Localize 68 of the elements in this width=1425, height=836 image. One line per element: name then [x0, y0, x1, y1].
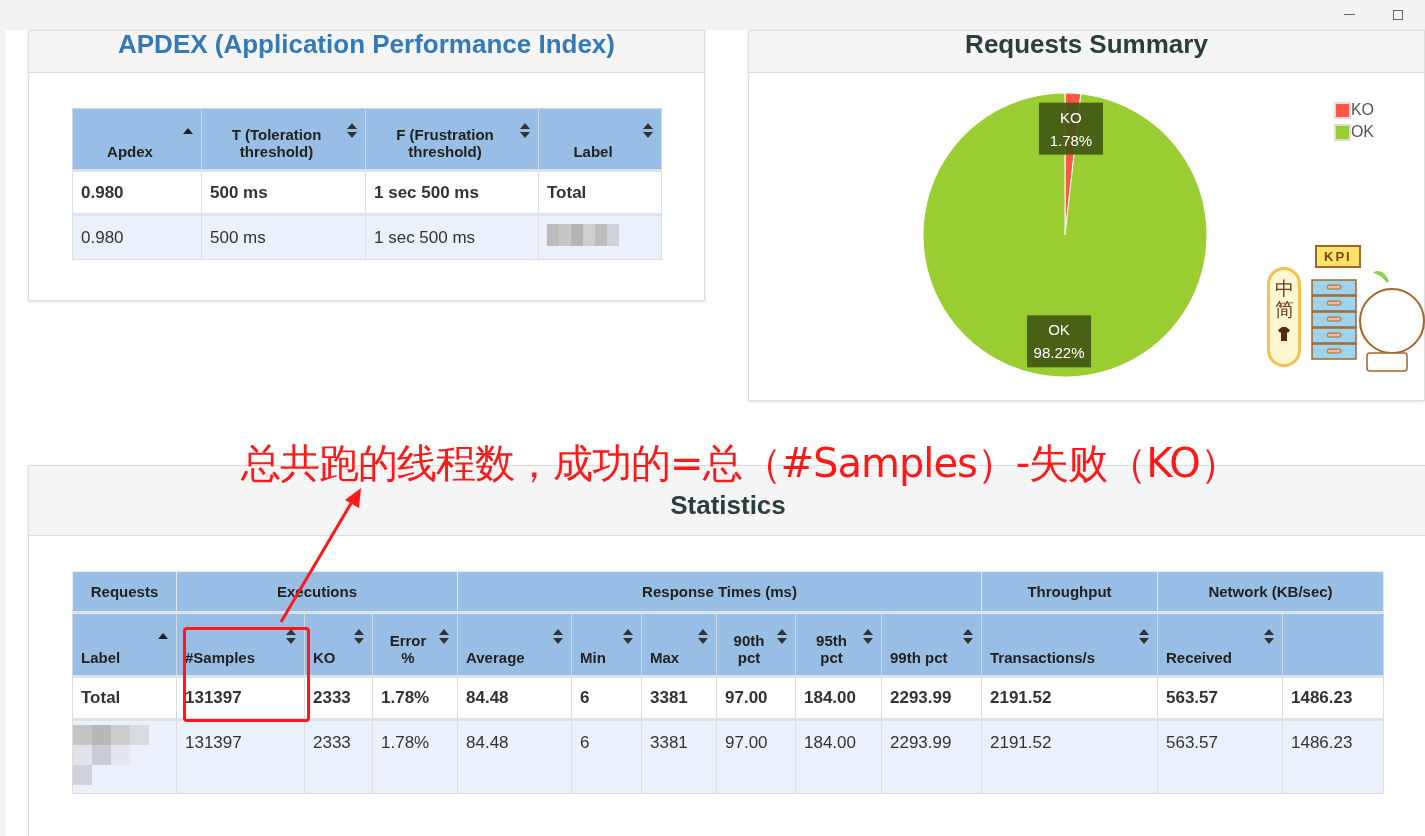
panel-title: Requests Summary [965, 29, 1208, 60]
table-cell: 2191.52 [981, 676, 1158, 720]
maximize-icon[interactable] [1393, 10, 1403, 20]
panel-title: Statistics [670, 490, 786, 521]
table-cell: 184.00 [795, 676, 882, 720]
table-cell: 6 [571, 676, 642, 720]
table-cell: 1486.23 [1282, 676, 1384, 720]
table-cell: 3381 [641, 719, 717, 794]
column-header[interactable]: Label [538, 108, 662, 171]
table-cell: 1 sec 500 ms [365, 170, 539, 215]
table-cell: Total [538, 170, 662, 215]
column-header[interactable]: 90th pct [716, 612, 796, 677]
column-header[interactable]: Apdex [72, 108, 202, 171]
column-header[interactable]: Received [1157, 612, 1283, 677]
table-cell: 3381 [641, 676, 717, 720]
slice-label: OK [1048, 321, 1070, 339]
column-header[interactable]: T (Toleration threshold) [201, 108, 366, 171]
group-header: Requests [72, 571, 177, 613]
table-cell: Total [72, 676, 177, 720]
table-cell: 2191.52 [981, 719, 1158, 794]
input-mode-badge[interactable]: 中 简 [1267, 267, 1301, 367]
table-cell: 1.78% [372, 676, 458, 720]
table-cell: 500 ms [201, 214, 366, 260]
minimize-icon[interactable] [1344, 14, 1355, 16]
column-header[interactable]: Error % [372, 612, 458, 677]
column-header[interactable]: Average [457, 612, 572, 677]
group-header: Throughput [981, 571, 1158, 613]
column-header[interactable]: 95th pct [795, 612, 882, 677]
group-header: Response Times (ms) [457, 571, 982, 613]
table-cell: 2293.99 [881, 676, 982, 720]
table-cell: 500 ms [201, 170, 366, 215]
column-header[interactable]: Max [641, 612, 717, 677]
table-cell: 184.00 [795, 719, 882, 794]
annotation-text: 总共跑的线程数，成功的=总（#Samples）-失败（KO） [241, 439, 1239, 488]
blurred-patch [547, 224, 619, 246]
table-cell: 6 [571, 719, 642, 794]
table-cell: 0.980 [72, 214, 202, 260]
table-cell: 1.78% [372, 719, 458, 794]
table-cell: 563.57 [1157, 676, 1283, 720]
legend-label: KO [1350, 101, 1374, 119]
table-cell: 563.57 [1157, 719, 1283, 794]
kpi-sign: KPI [1315, 245, 1361, 268]
column-header[interactable]: Transactions/s [981, 612, 1158, 677]
cabinet-icon [1311, 279, 1357, 363]
column-header[interactable]: KO [304, 612, 373, 677]
legend-label: OK [1350, 123, 1374, 141]
slice-label: KO 1.78% [1038, 102, 1103, 155]
table-cell: 1 sec 500 ms [365, 214, 539, 260]
column-header[interactable]: 99th pct [881, 612, 982, 677]
group-header: Network (KB/sec) [1157, 571, 1384, 613]
table-cell: 131397 [176, 719, 305, 794]
table-cell: 1486.23 [1282, 719, 1384, 794]
column-header[interactable]: #Samples [176, 612, 305, 677]
table-cell: 2293.99 [881, 719, 982, 794]
table-cell: 97.00 [716, 719, 796, 794]
panel-title: APDEX (Application Performance Index) [118, 29, 615, 60]
table-cell: 2333 [304, 719, 373, 794]
column-header[interactable]: Label [72, 612, 177, 677]
data-label: 1.78% [1049, 131, 1093, 149]
table-cell: 84.48 [457, 719, 572, 794]
slice-label: KO [1060, 108, 1082, 126]
column-header[interactable]: F (Frustration threshold) [365, 108, 539, 171]
table-cell: 0.980 [72, 170, 202, 215]
slice-label: OK 98.22% [1027, 315, 1092, 368]
table-cell: 84.48 [457, 676, 572, 720]
column-header[interactable]: Min [571, 612, 642, 677]
table-cell: 97.00 [716, 676, 796, 720]
data-label: 98.22% [1033, 344, 1085, 362]
